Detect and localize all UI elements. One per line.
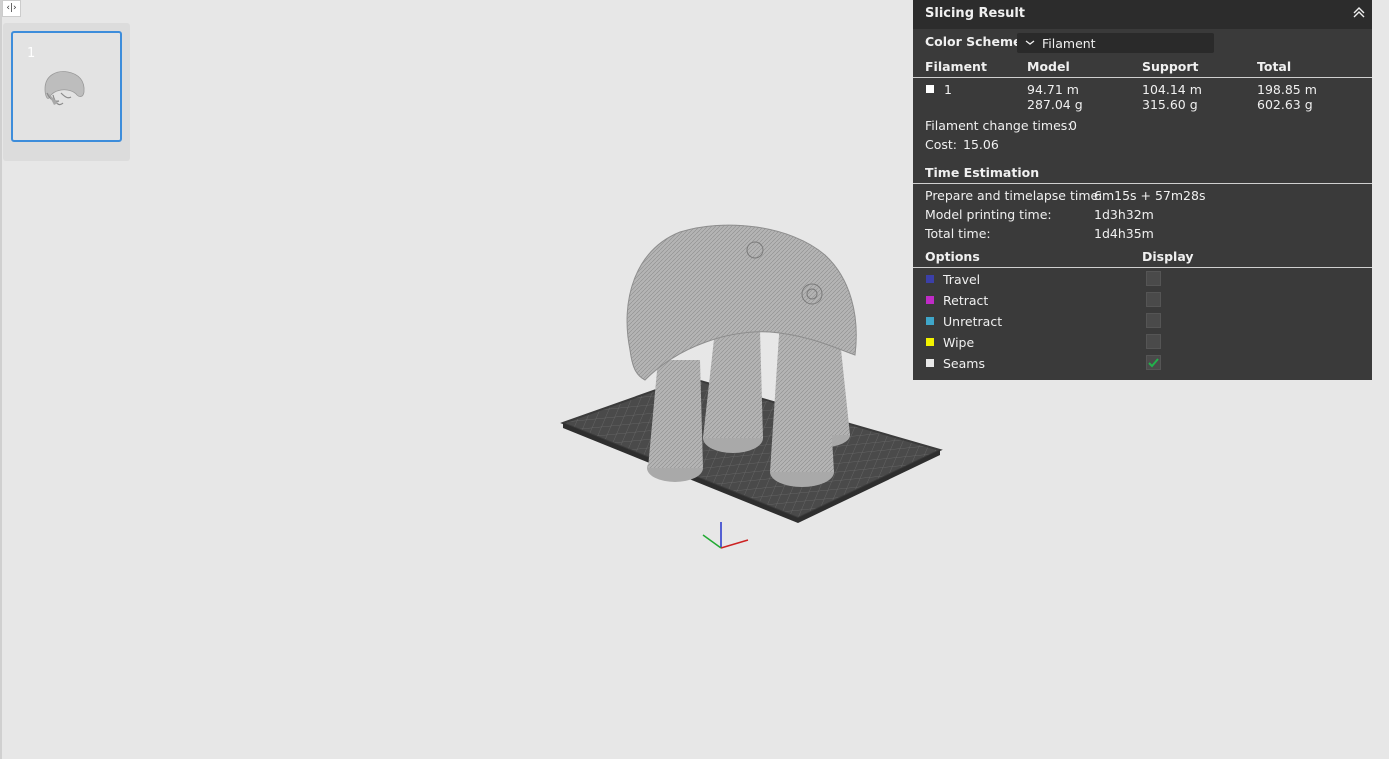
double-chevron-up-icon[interactable] — [1352, 5, 1366, 19]
wipe-color-swatch — [926, 338, 934, 346]
total-time-label: Total time: — [925, 226, 991, 241]
axis-indicator — [702, 522, 749, 549]
divider — [913, 267, 1372, 268]
filament-id: 1 — [944, 82, 952, 97]
checkmark-icon — [1148, 358, 1159, 368]
support-header: Support — [1142, 59, 1199, 74]
model-length: 94.71 m — [1027, 82, 1079, 97]
filament-header: Filament — [925, 59, 987, 74]
cost-value: 15.06 — [963, 137, 999, 152]
options-header: Options — [925, 249, 980, 264]
unretract-display-checkbox[interactable] — [1146, 313, 1161, 328]
divider — [913, 77, 1372, 78]
support-weight: 315.60 g — [1142, 97, 1198, 112]
left-border — [0, 0, 2, 759]
prepare-time-value: 6m15s + 57m28s — [1094, 188, 1206, 203]
option-wipe-label: Wipe — [943, 335, 975, 350]
travel-display-checkbox[interactable] — [1146, 271, 1161, 286]
color-scheme-value: Filament — [1042, 36, 1096, 51]
color-scheme-dropdown[interactable]: Filament — [1017, 33, 1214, 53]
travel-color-swatch — [926, 275, 934, 283]
seams-display-checkbox[interactable] — [1146, 355, 1161, 370]
plate-list-panel: 1 — [3, 23, 130, 161]
model-header: Model — [1027, 59, 1070, 74]
option-unretract-label: Unretract — [943, 314, 1003, 329]
color-scheme-label: Color Scheme — [925, 34, 1022, 49]
panel-title: Slicing Result — [925, 6, 1026, 21]
seams-color-swatch — [926, 359, 934, 367]
filament-change-label: Filament change times: — [925, 118, 1072, 133]
model-print-time-label: Model printing time: — [925, 207, 1052, 222]
retract-display-checkbox[interactable] — [1146, 292, 1161, 307]
3d-viewport[interactable] — [540, 210, 960, 560]
filament-color-swatch — [926, 85, 934, 93]
model-thumbnail-icon — [44, 71, 85, 106]
divider — [913, 183, 1372, 184]
option-retract-label: Retract — [943, 293, 989, 308]
slicing-result-panel: Slicing Result Color Scheme Filament Fil… — [913, 0, 1372, 380]
wipe-display-checkbox[interactable] — [1146, 334, 1161, 349]
cost-label: Cost: — [925, 137, 958, 152]
total-length: 198.85 m — [1257, 82, 1317, 97]
retract-color-swatch — [926, 296, 934, 304]
model-print-time-value: 1d3h32m — [1094, 207, 1154, 222]
filament-change-value: 0 — [1069, 118, 1077, 133]
total-time-value: 1d4h35m — [1094, 226, 1154, 241]
display-header: Display — [1142, 249, 1194, 264]
split-arrows-icon[interactable]: ‹|› — [2, 0, 21, 17]
option-travel-label: Travel — [943, 272, 981, 287]
model-weight: 287.04 g — [1027, 97, 1083, 112]
plate-thumbnail[interactable]: 1 — [11, 31, 122, 142]
panel-header: Slicing Result — [913, 0, 1372, 29]
prepare-time-label: Prepare and timelapse time: — [925, 188, 1103, 203]
support-length: 104.14 m — [1142, 82, 1202, 97]
option-seams-label: Seams — [943, 356, 985, 371]
total-weight: 602.63 g — [1257, 97, 1313, 112]
total-header: Total — [1257, 59, 1292, 74]
time-estimation-title: Time Estimation — [925, 165, 1040, 180]
unretract-color-swatch — [926, 317, 934, 325]
chevron-down-icon — [1025, 40, 1035, 45]
plate-number: 1 — [27, 46, 36, 61]
